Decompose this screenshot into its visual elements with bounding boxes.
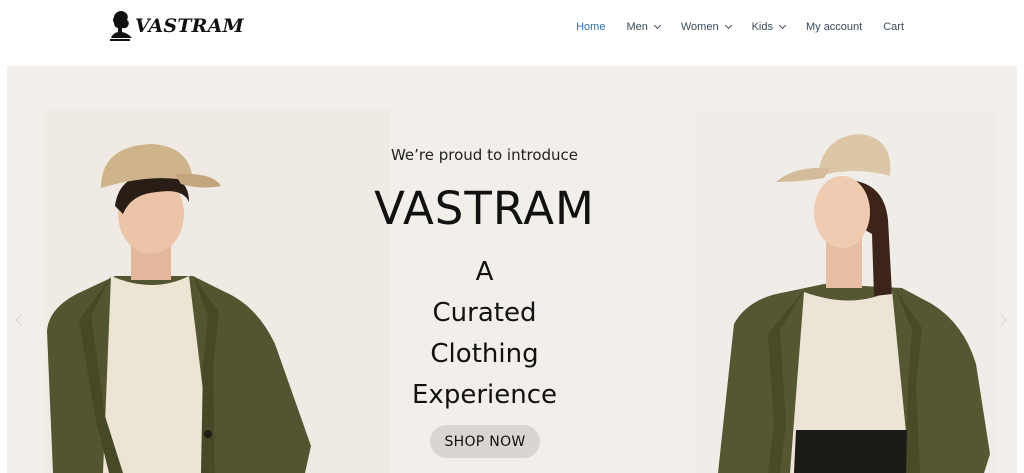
chevron-down-icon [653,21,661,30]
tagline-line: A [475,257,494,287]
nav-item-my-account[interactable]: My account [806,21,862,33]
tagline-line: Clothing [430,339,539,369]
nav-label: Men [626,21,648,33]
nav-label: Cart [883,21,904,33]
tagline-line: Curated [432,298,537,328]
shop-now-button[interactable]: SHOP NOW [430,425,540,458]
nav-label: Kids [751,21,773,33]
chevron-left-icon[interactable] [15,314,27,326]
chevron-right-icon[interactable] [995,314,1007,326]
hero-intro: We’re proud to introduce [390,146,579,164]
site-header: VASTRAM Home Men Women Kids My account C… [0,0,1024,66]
logo-text: VASTRAM [135,15,244,37]
hero-slider: We’re proud to introduce VASTRAM A Curat… [7,66,1017,473]
nav-item-home[interactable]: Home [576,21,605,33]
nav-label: My account [805,21,863,33]
hero-brand-title: VASTRAM [374,182,595,235]
male-model-image [47,144,311,473]
main-nav: Home Men Women Kids My account Cart [555,18,904,36]
chevron-down-icon [778,21,787,30]
nav-item-cart[interactable]: Cart [883,21,904,33]
nav-item-kids[interactable]: Kids [751,21,787,33]
nav-label: Women [680,21,719,33]
nav-item-men[interactable]: Men [626,21,661,33]
logo-bust-icon [110,11,132,41]
site-logo[interactable]: VASTRAM [108,9,244,43]
female-model-image [718,134,990,473]
nav-label: Home [576,21,606,33]
hero-tagline: A Curated Clothing Experience [352,252,617,416]
tagline-line: Experience [412,380,557,410]
chevron-down-icon [724,21,732,30]
nav-item-women[interactable]: Women [680,21,732,33]
